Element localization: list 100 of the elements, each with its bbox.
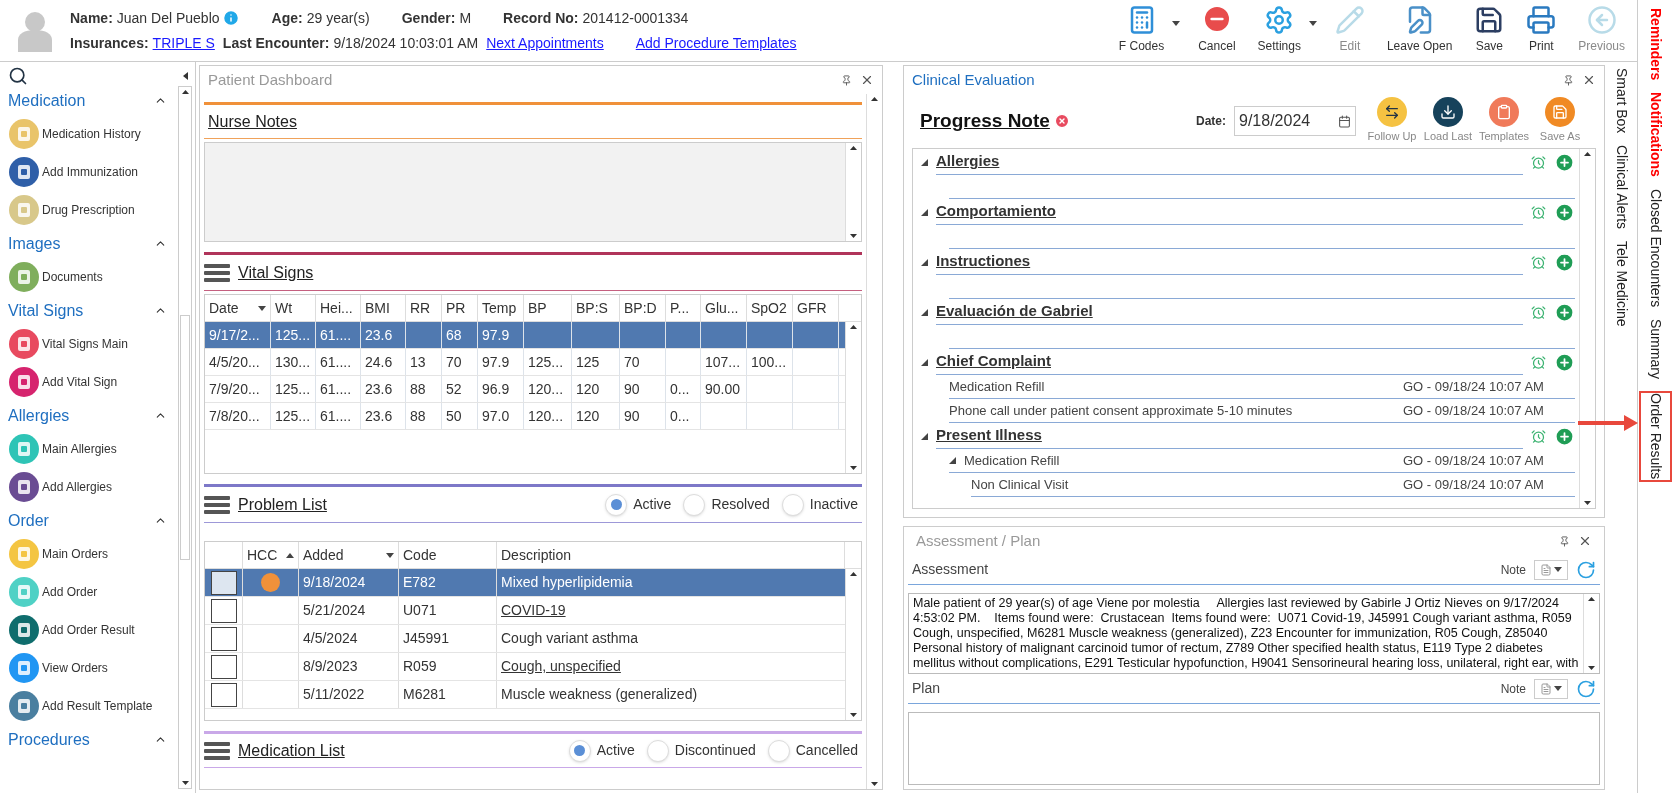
field-label: Gender: (401, 8, 456, 28)
action-button[interactable]: Load Last (1420, 97, 1476, 145)
toolbar-button[interactable]: Print (1522, 4, 1561, 55)
toolbar-button[interactable]: Save (1470, 4, 1509, 55)
column-header[interactable]: BP (524, 295, 572, 321)
column-header[interactable]: RR (406, 295, 442, 321)
table-row[interactable]: 7/8/20... 125... 61.... 23.6 88 50 97.0 120... 120 90 0... (205, 403, 845, 430)
note-field[interactable]: Male patient of 29 year(s) of age Viene por molestia Allergies last reviewed by Gabirle J Ortiz Nieves on 9/17/2024 4:53:02 PM. Items found were: Crustacean Items found were: U071 Covid-19, J45991 Cough variant asthma, R059 Cough, unspecified, M6281 Muscle weakness (generalized), Z23 Encounter for immunization, R05 Cough, Z85040 Personal history of malignant carcinoid tumor of rectum, Z789 Other specified health status, E119 Type 2 diabetes mellitus without complications, E291 Testicular hypofunction, H9041 Sensorineural hearing loss, unilateral, right ear, with (908, 593, 1600, 674)
side-tab[interactable]: Tele Medicine (1610, 241, 1632, 327)
table-cell-text: 88 (410, 406, 426, 426)
column-header[interactable]: BP:D (620, 295, 666, 321)
table-cell-text: 68 (446, 325, 462, 345)
section-title[interactable]: Nurse Notes (204, 109, 297, 134)
table-cell-text: 0... (670, 406, 690, 426)
table-cell-text: 130... (275, 352, 311, 372)
diagnosis-link[interactable]: COVID-19 (501, 600, 566, 621)
insurance-link[interactable]: TRIPLE S (152, 32, 215, 54)
column-header[interactable]: Hei... (316, 295, 361, 321)
sidebar-item[interactable]: Add Vital Sign (42, 373, 118, 391)
table-cell-text: 90 (624, 379, 640, 399)
column-header[interactable]: Wt (271, 295, 316, 321)
column-header[interactable]: PR (442, 295, 478, 321)
section-title[interactable]: Comportamiento (936, 200, 1056, 223)
sidebar-item[interactable]: Add Order Result (42, 621, 135, 639)
column-header[interactable]: Temp (478, 295, 524, 321)
panel-title: Clinical Evaluation (912, 69, 1035, 90)
table-row[interactable]: 8/9/2023 R059 Cough, unspecified (205, 653, 845, 681)
column-header[interactable]: P... (666, 295, 701, 321)
toolbar-button[interactable]: Settings (1253, 4, 1305, 55)
column-header[interactable]: Glu... (701, 295, 747, 321)
table-cell-text: 90 (624, 406, 640, 426)
action-button[interactable]: Follow Up (1364, 97, 1420, 145)
table-cell-text: 0... (670, 379, 690, 399)
side-tab[interactable]: Order Results (1638, 391, 1672, 482)
table-cell-text: 23.6 (365, 406, 393, 426)
table-cell-text: 107... (705, 352, 741, 372)
column-header[interactable]: BMI (361, 295, 406, 321)
table-row[interactable]: 9/17/2... 125... 61.... 23.6 68 97.9 (205, 322, 845, 349)
sidebar-item[interactable]: Add Immunization (42, 163, 139, 181)
sidebar-item[interactable]: Add Allergies (42, 478, 113, 496)
sidebar-item[interactable]: Medication History (42, 125, 141, 143)
section-title[interactable]: Medication List (238, 738, 345, 763)
side-tab[interactable]: Summary (1644, 319, 1666, 380)
header-link[interactable]: Next Appointments (486, 32, 604, 54)
radio-label: Discontinued (674, 741, 756, 760)
date-field[interactable]: 9/18/2024 (1234, 106, 1356, 136)
toolbar-button[interactable]: F Codes (1114, 4, 1169, 55)
table-cell-text: 5/21/2024 (303, 601, 366, 620)
diagnosis-link[interactable]: Cough, unspecified (501, 656, 621, 677)
sidebar-item[interactable]: Vital Signs Main (42, 335, 128, 353)
table-row[interactable]: 5/11/2022 M6281 Muscle weakness (generalized) (205, 681, 845, 709)
side-tab[interactable]: Reminders (1644, 8, 1666, 81)
toolbar-button[interactable]: Leave Open (1382, 4, 1457, 55)
entry-text[interactable]: Phone call under patient consent approximate 5-10 minutes (949, 400, 1293, 421)
column-header[interactable]: Description (497, 542, 845, 568)
column-header[interactable]: HCC (243, 542, 299, 568)
side-tab[interactable]: Notifications (1644, 92, 1666, 178)
sidebar-item[interactable]: Drug Prescription (42, 201, 135, 219)
note-label: Note (1500, 561, 1526, 579)
table-cell-text: 7/9/20... (209, 379, 260, 399)
toolbar-button[interactable]: Cancel (1194, 2, 1240, 55)
table-row[interactable]: 4/5/2024 J45991 Cough variant asthma (205, 625, 845, 653)
column-header[interactable]: BP:S (572, 295, 620, 321)
entry-text[interactable]: Medication Refill (949, 376, 1045, 397)
sidebar-item[interactable]: View Orders (42, 659, 108, 677)
table-row[interactable]: 9/18/2024 E782 Mixed hyperlipidemia (205, 569, 845, 597)
sidebar-item[interactable]: Main Allergies (42, 440, 117, 458)
section-title[interactable]: Present Illness (936, 424, 1042, 447)
action-button[interactable]: Templates (1476, 97, 1532, 145)
section-title[interactable]: Vital Signs (238, 260, 314, 285)
column-header[interactable]: GFR (793, 295, 839, 321)
column-header[interactable]: Added (299, 542, 399, 568)
table-cell-text: M6281 (403, 685, 446, 704)
column-header[interactable]: SpO2 (747, 295, 793, 321)
table-cell-text: 125... (275, 325, 311, 345)
side-tab[interactable]: Smart Box (1610, 68, 1632, 134)
action-button[interactable]: Save As (1532, 97, 1588, 145)
section-title[interactable]: Evaluación de Gabriel (936, 300, 1093, 323)
table-row[interactable]: 7/9/20... 125... 61.... 23.6 88 52 96.9 120... 120 90 0... 90.00 (205, 376, 845, 403)
sidebar-item[interactable]: Main Orders (42, 545, 109, 563)
table-cell-text: 7/8/20... (209, 406, 260, 426)
table-cell-text: 90.00 (705, 379, 741, 399)
table-cell-text: 125... (275, 379, 311, 399)
side-tab[interactable]: Clinical Alerts (1610, 145, 1632, 230)
column-header[interactable]: Code (399, 542, 497, 568)
sidebar-item[interactable]: Add Order (42, 583, 98, 601)
sidebar-item[interactable]: Documents (42, 268, 103, 286)
section-title[interactable]: Instructiones (936, 250, 1031, 273)
entry-text[interactable]: Non Clinical Visit (971, 474, 1069, 495)
section-title[interactable]: Problem List (238, 492, 327, 517)
column-header[interactable]: Date (205, 295, 271, 321)
side-tab[interactable]: Closed Encounters (1644, 189, 1666, 308)
table-row[interactable]: 5/21/2024 U071 COVID-19 (205, 597, 845, 625)
section-title[interactable]: Chief Complaint (936, 350, 1051, 373)
entry-text[interactable]: Medication Refill (964, 450, 1060, 471)
sidebar-item[interactable]: Add Result Template (42, 697, 153, 715)
header-link[interactable]: Add Procedure Templates (635, 32, 797, 54)
table-row[interactable]: 4/5/20... 130... 61.... 24.6 13 70 97.9 125... 125 70 107... 100... (205, 349, 845, 376)
section-title: Images (8, 233, 61, 254)
section-title[interactable]: Allergies (936, 150, 1000, 173)
